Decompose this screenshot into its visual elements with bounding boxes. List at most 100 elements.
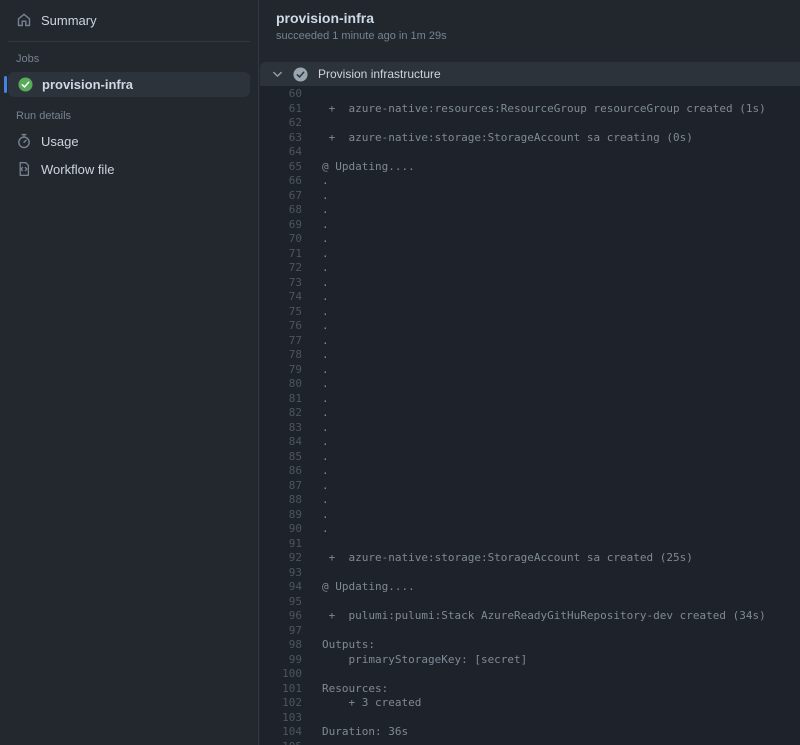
log-line: 92 + azure-native:storage:StorageAccount… — [260, 551, 800, 566]
log-line: 71. — [260, 247, 800, 262]
log-line-number[interactable]: 68 — [260, 203, 302, 218]
log-line-text: . — [302, 319, 329, 334]
log-line: 80. — [260, 377, 800, 392]
log-line: 85. — [260, 450, 800, 465]
log-line: 102 + 3 created — [260, 696, 800, 711]
log-group-header[interactable]: Provision infrastructure — [260, 62, 800, 86]
log-line-number[interactable]: 83 — [260, 421, 302, 436]
log-line-number[interactable]: 101 — [260, 682, 302, 697]
log-line: 98Outputs: — [260, 638, 800, 653]
log-line-text — [302, 667, 322, 682]
log-line-text: . — [302, 522, 329, 537]
run-header: provision-infra succeeded 1 minute ago i… — [260, 0, 800, 42]
log-line-number[interactable]: 104 — [260, 725, 302, 740]
log-line: 68. — [260, 203, 800, 218]
log-line-number[interactable]: 62 — [260, 116, 302, 131]
log-line-text: . — [302, 508, 329, 523]
log-line-number[interactable]: 71 — [260, 247, 302, 262]
log-line-text: . — [302, 348, 329, 363]
log-line: 82. — [260, 406, 800, 421]
log-line: 103 — [260, 711, 800, 726]
log-line-number[interactable]: 77 — [260, 334, 302, 349]
log-line-number[interactable]: 78 — [260, 348, 302, 363]
log-line-number[interactable]: 93 — [260, 566, 302, 581]
log-line-number[interactable]: 92 — [260, 551, 302, 566]
log-line-number[interactable]: 63 — [260, 131, 302, 146]
chevron-down-icon[interactable] — [272, 69, 283, 80]
sidebar-item-workflow-file[interactable]: Workflow file — [0, 155, 258, 183]
log-line-number[interactable]: 87 — [260, 479, 302, 494]
stopwatch-icon — [16, 133, 32, 149]
log-line-number[interactable]: 64 — [260, 145, 302, 160]
sidebar-item-summary[interactable]: Summary — [0, 6, 258, 34]
log-line-number[interactable]: 69 — [260, 218, 302, 233]
log-line-number[interactable]: 73 — [260, 276, 302, 291]
log-line-number[interactable]: 105 — [260, 740, 302, 745]
log-line-number[interactable]: 60 — [260, 87, 302, 102]
log-line-text: . — [302, 218, 329, 233]
log-line-number[interactable]: 100 — [260, 667, 302, 682]
log-line-text: Outputs: — [302, 638, 375, 653]
log-line: 105 — [260, 740, 800, 745]
log-line: 69. — [260, 218, 800, 233]
log-line-number[interactable]: 79 — [260, 363, 302, 378]
home-icon — [16, 12, 32, 28]
log-line-number[interactable]: 75 — [260, 305, 302, 320]
log-line: 64 — [260, 145, 800, 160]
log-line: 74. — [260, 290, 800, 305]
sidebar-item-usage[interactable]: Usage — [0, 127, 258, 155]
log-line-number[interactable]: 70 — [260, 232, 302, 247]
log-line: 61 + azure-native:resources:ResourceGrou… — [260, 102, 800, 117]
log-line-text — [302, 537, 322, 552]
log-line-number[interactable]: 74 — [260, 290, 302, 305]
log-line-number[interactable]: 98 — [260, 638, 302, 653]
log-line-number[interactable]: 102 — [260, 696, 302, 711]
log-line-number[interactable]: 103 — [260, 711, 302, 726]
log-line-number[interactable]: 91 — [260, 537, 302, 552]
log-line-number[interactable]: 81 — [260, 392, 302, 407]
log-line: 89. — [260, 508, 800, 523]
log-body[interactable]: 6061 + azure-native:resources:ResourceGr… — [260, 86, 800, 745]
log-line: 100 — [260, 667, 800, 682]
log-line-number[interactable]: 85 — [260, 450, 302, 465]
sidebar-item-label: Usage — [41, 134, 79, 149]
job-sidebar: Summary Jobs provision-infra Run details… — [0, 0, 259, 745]
log-line-number[interactable]: 86 — [260, 464, 302, 479]
log-line: 77. — [260, 334, 800, 349]
log-line-text: . — [302, 203, 329, 218]
log-line-number[interactable]: 84 — [260, 435, 302, 450]
log-line-number[interactable]: 94 — [260, 580, 302, 595]
log-line-number[interactable]: 90 — [260, 522, 302, 537]
log-line-number[interactable]: 61 — [260, 102, 302, 117]
log-line-number[interactable]: 65 — [260, 160, 302, 175]
log-line-number[interactable]: 99 — [260, 653, 302, 668]
file-code-icon — [16, 161, 32, 177]
log-line-number[interactable]: 97 — [260, 624, 302, 639]
sidebar-item-job-provision-infra[interactable]: provision-infra — [8, 72, 250, 97]
log-line: 99 primaryStorageKey: [secret] — [260, 653, 800, 668]
log-line-text: + 3 created — [302, 696, 421, 711]
log-line-number[interactable]: 82 — [260, 406, 302, 421]
log-line-number[interactable]: 80 — [260, 377, 302, 392]
log-line-number[interactable]: 76 — [260, 319, 302, 334]
log-line-number[interactable]: 95 — [260, 595, 302, 610]
log-line-text: . — [302, 435, 329, 450]
log-line-number[interactable]: 88 — [260, 493, 302, 508]
log-line: 104Duration: 36s — [260, 725, 800, 740]
log-line: 91 — [260, 537, 800, 552]
log-line-text: + pulumi:pulumi:Stack AzureReadyGitHuRep… — [302, 609, 766, 624]
sidebar-item-label: Workflow file — [41, 162, 114, 177]
log-group-title: Provision infrastructure — [318, 67, 441, 81]
log-line-number[interactable]: 66 — [260, 174, 302, 189]
success-check-icon — [18, 77, 33, 92]
log-line-text: . — [302, 232, 329, 247]
log-line-number[interactable]: 89 — [260, 508, 302, 523]
log-line-number[interactable]: 72 — [260, 261, 302, 276]
log-line: 62 — [260, 116, 800, 131]
log-line-text — [302, 711, 322, 726]
log-line: 60 — [260, 87, 800, 102]
log-line-number[interactable]: 96 — [260, 609, 302, 624]
log-line-number[interactable]: 67 — [260, 189, 302, 204]
log-line-text: . — [302, 276, 329, 291]
run-status-text: succeeded 1 minute ago in 1m 29s — [276, 30, 784, 42]
